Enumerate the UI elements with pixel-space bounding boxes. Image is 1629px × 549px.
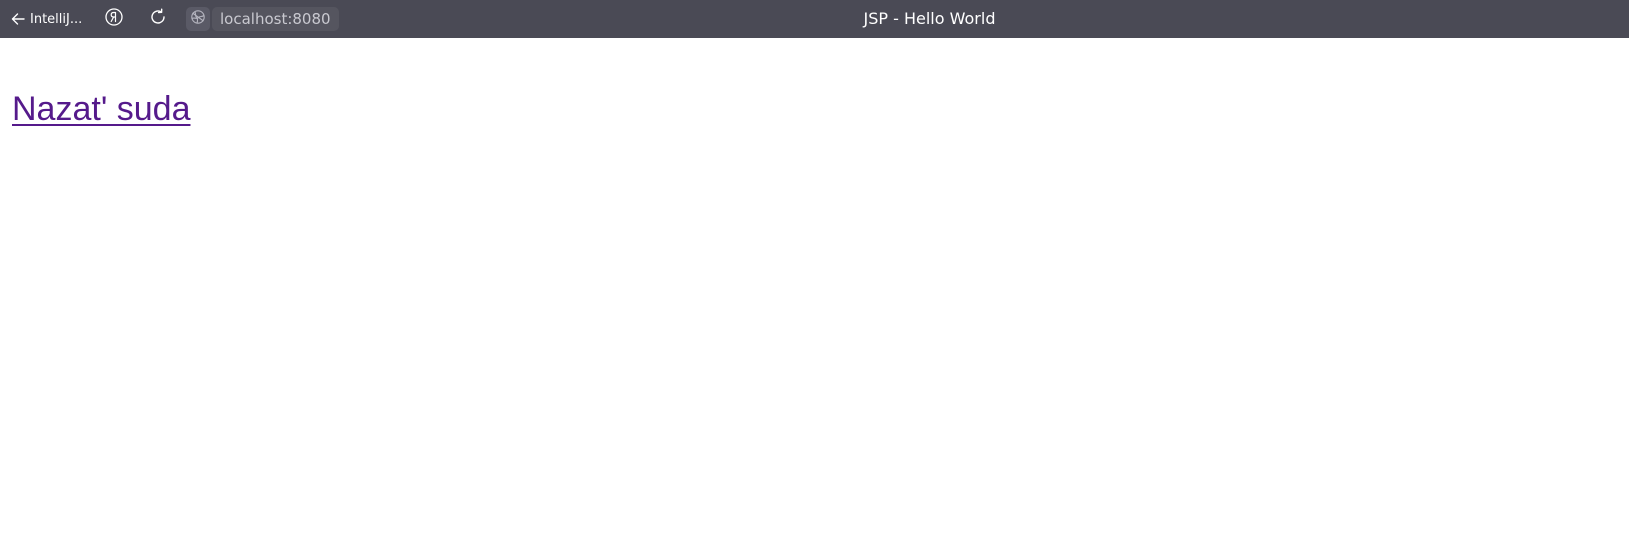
yandex-button[interactable] [102,7,126,31]
browser-toolbar: IntelliJ... localhost:8080 JSP - Hello W… [0,0,1629,38]
page-content: Nazat' suda [0,38,1629,549]
reload-button[interactable] [146,7,170,31]
globe-icon [190,9,206,29]
yandex-icon [104,7,124,31]
arrow-left-icon [10,11,26,27]
back-link[interactable]: Nazat' suda [12,90,190,129]
reload-icon [149,8,167,30]
address-bar[interactable]: localhost:8080 [212,7,339,31]
site-info-button[interactable] [186,7,210,31]
back-button[interactable]: IntelliJ... [10,7,82,31]
back-button-label: IntelliJ... [30,11,83,27]
